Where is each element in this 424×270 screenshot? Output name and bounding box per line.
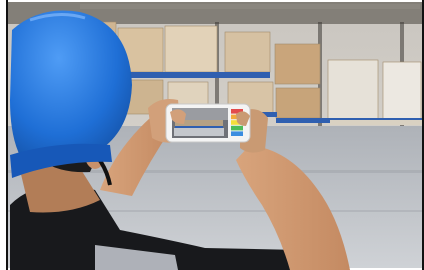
photo-frame [0, 0, 424, 270]
color-swatch [231, 125, 243, 131]
color-swatch [231, 131, 243, 136]
warehouse-scene [0, 0, 424, 270]
